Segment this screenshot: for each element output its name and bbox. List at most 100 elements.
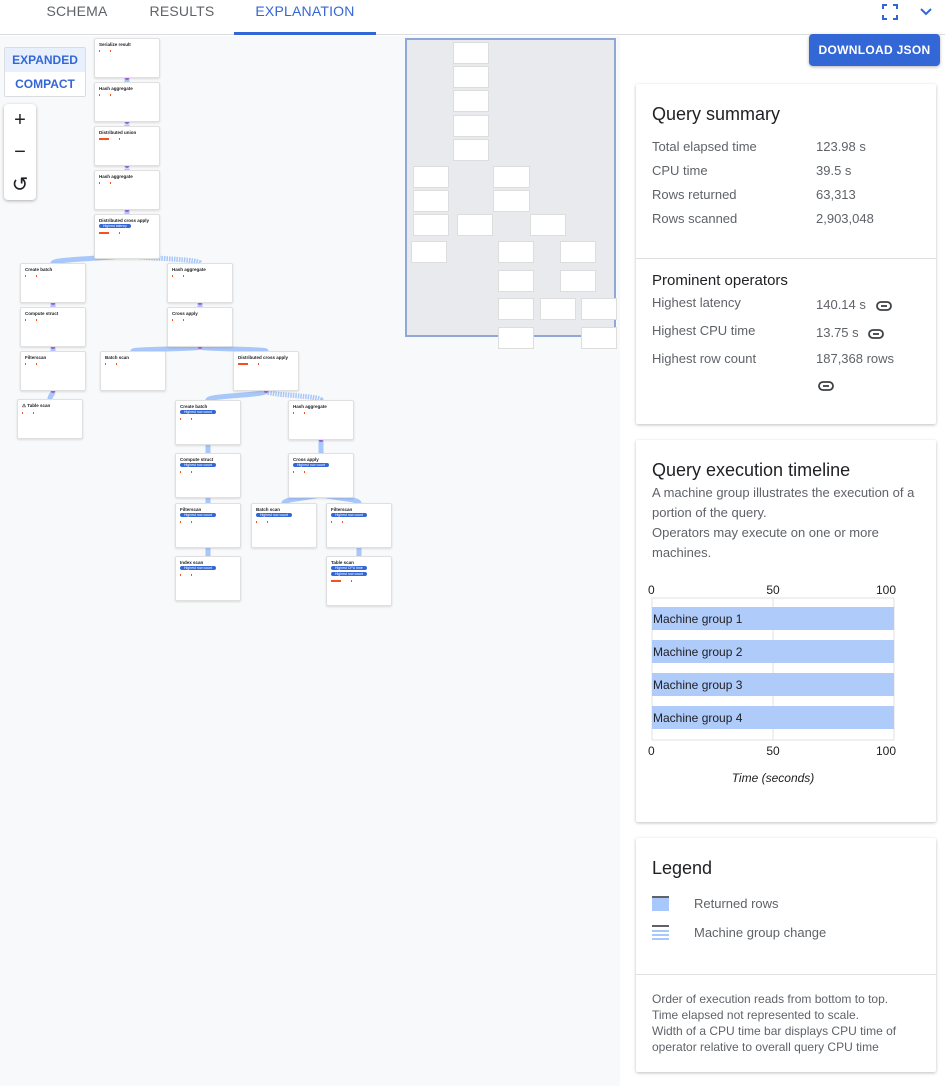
- plan-node-title: Serialize result: [99, 42, 131, 47]
- plan-node-metrics: [180, 470, 236, 473]
- chevron-down-icon[interactable]: [916, 2, 936, 22]
- plan-node-metrics: [172, 318, 228, 321]
- plan-node[interactable]: Filterscan Highest row count: [175, 503, 241, 548]
- legend-note: Time elapsed not represented to scale.: [652, 1008, 860, 1022]
- plan-node-title: Create batch: [25, 267, 53, 272]
- plan-node-metrics: [331, 520, 387, 523]
- legend-item: Returned rows: [652, 889, 920, 918]
- latency-bar: [293, 412, 294, 414]
- x-tick-label-top: 50: [766, 583, 780, 597]
- plan-node-title: Hash aggregate: [293, 404, 327, 409]
- minimap-node: [412, 214, 449, 237]
- plan-node-title: ⚠ Table scan: [22, 403, 51, 408]
- plan-node[interactable]: Distributed union: [94, 126, 160, 166]
- plan-node-title: Filterscan: [180, 507, 202, 512]
- link-icon[interactable]: [875, 300, 892, 311]
- cpu-time-bar: [110, 94, 111, 96]
- timeline-bar-label: Machine group 3: [653, 678, 743, 692]
- plan-node-metrics: [256, 520, 312, 523]
- zoom-out-button[interactable]: −: [4, 136, 36, 168]
- legend-item: Machine group change: [652, 918, 920, 947]
- plan-node[interactable]: Filterscan: [20, 351, 86, 391]
- plan-node-badge: Highest row count: [256, 513, 293, 517]
- plan-node-metrics: [331, 579, 387, 582]
- minimap-node: [497, 326, 535, 349]
- operator-row: Highest latency 140.14 s: [652, 295, 922, 323]
- compact-button[interactable]: COMPACT: [5, 72, 85, 96]
- plan-node[interactable]: Hash aggregate: [288, 400, 354, 440]
- plan-node[interactable]: Table scan Highest CPU time Highest row co…: [326, 556, 392, 606]
- latency-bar: [256, 521, 257, 523]
- legend-card: Legend Returned rows Machine group chang…: [636, 838, 936, 1072]
- plan-node-title: Compute struct: [180, 457, 214, 462]
- plan-node[interactable]: Cross apply Highest row count: [288, 453, 354, 498]
- cpu-time-bar: [110, 50, 111, 52]
- operator-label: Highest CPU time: [652, 323, 756, 338]
- summary-label: Total elapsed time: [652, 138, 757, 154]
- plan-node[interactable]: Serialize result: [94, 38, 160, 78]
- query-summary-title: Query summary: [652, 104, 781, 124]
- plan-node-metrics: [99, 49, 155, 52]
- legend-title: Legend: [652, 858, 713, 878]
- plan-node[interactable]: Create batch: [20, 263, 86, 303]
- download-json-button[interactable]: DOWNLOAD JSON: [809, 34, 940, 66]
- operator-row: Highest CPU time 13.75 s: [652, 323, 922, 351]
- plan-node-badge: Highest CPU time: [331, 566, 367, 570]
- latency-bar: [22, 412, 23, 414]
- summary-row: Rows scanned 2,903,048: [652, 206, 920, 230]
- plan-node[interactable]: Compute struct: [20, 307, 86, 347]
- plan-node[interactable]: Index scan Highest row count: [175, 556, 241, 601]
- machine-group-change-swatch-icon: [652, 925, 669, 940]
- plan-node[interactable]: Compute struct Highest row count: [175, 453, 241, 498]
- cpu-time-bar: [191, 574, 192, 576]
- timeline-description: A machine group illustrates the executio…: [652, 485, 915, 520]
- minimap-node: [539, 297, 576, 320]
- plan-node-badge: Highest row count: [293, 463, 330, 467]
- cpu-time-bar: [119, 232, 120, 234]
- summary-label: Rows returned: [652, 186, 737, 202]
- reset-zoom-button[interactable]: ↺: [4, 168, 36, 200]
- plan-node[interactable]: Distributed cross apply Highest latency: [94, 214, 160, 259]
- plan-edge: [205, 388, 269, 403]
- minimap-node: [497, 270, 535, 293]
- plan-node-title: Batch scan: [105, 355, 130, 360]
- plan-node[interactable]: ⚠ Table scan: [17, 399, 83, 439]
- cpu-time-bar: [191, 418, 192, 420]
- plan-node-metrics: [180, 520, 236, 523]
- zoom-in-button[interactable]: +: [4, 104, 36, 136]
- plan-node-metrics: [99, 137, 155, 140]
- plan-node[interactable]: Batch scan Highest row count: [251, 503, 317, 548]
- plan-node[interactable]: Cross apply: [167, 307, 233, 347]
- timeline-bar-label: Machine group 1: [653, 612, 743, 626]
- cpu-time-bar: [36, 275, 37, 277]
- plan-node-title: Hash aggregate: [99, 86, 133, 91]
- plan-node[interactable]: Batch scan: [100, 351, 166, 391]
- link-icon[interactable]: [868, 328, 885, 339]
- latency-bar: [172, 275, 173, 277]
- cpu-time-bar: [304, 412, 305, 414]
- cpu-time-bar: [191, 471, 192, 473]
- latency-bar: [238, 363, 248, 365]
- plan-node[interactable]: Distributed cross apply: [233, 351, 299, 391]
- legend-note: Order of execution reads from bottom to …: [652, 992, 889, 1006]
- fullscreen-icon[interactable]: [880, 2, 900, 22]
- timeline-chart: 0 0 50 50 100 100 Machine group 1 Machine group…: [648, 583, 896, 785]
- link-icon[interactable]: [818, 381, 834, 391]
- summary-row: CPU time 39.5 s: [652, 158, 920, 182]
- plan-node-metrics: [293, 470, 349, 473]
- plan-node[interactable]: Create batch Highest row count: [175, 400, 241, 445]
- latency-bar: [99, 50, 100, 52]
- latency-bar: [180, 521, 181, 523]
- plan-node[interactable]: Hash aggregate: [167, 263, 233, 303]
- plan-node-title: Index scan: [180, 560, 204, 565]
- plan-node[interactable]: Hash aggregate: [94, 82, 160, 122]
- minimap[interactable]: [405, 38, 618, 349]
- x-tick-label-bottom: 0: [648, 744, 655, 758]
- plan-node[interactable]: Hash aggregate: [94, 170, 160, 210]
- plan-node-metrics: [180, 573, 236, 576]
- plan-node[interactable]: Filterscan Highest row count: [326, 503, 392, 548]
- minimap-node: [412, 165, 449, 188]
- expanded-button[interactable]: EXPANDED: [5, 48, 85, 72]
- operator-row: Highest row count 187,368 rows: [652, 351, 922, 379]
- timeline-note: Operators may execute on one or more mac…: [652, 525, 879, 560]
